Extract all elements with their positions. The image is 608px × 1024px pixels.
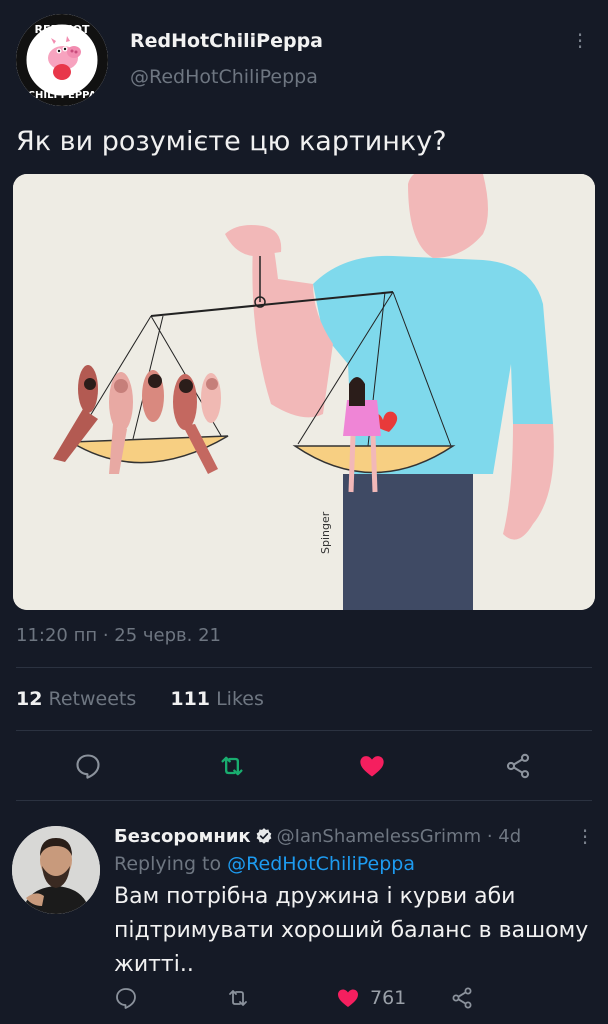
likes-count: 111	[170, 688, 211, 710]
reply-author-name[interactable]: Безсоромник	[114, 826, 251, 847]
reply-header: Безсоромник @IanShamelessGrimm · 4d	[114, 826, 521, 847]
share-icon	[506, 753, 530, 779]
scale-illustration: Spinger	[13, 174, 595, 610]
retweet-button[interactable]	[212, 748, 252, 784]
reply-like-button[interactable]: 761	[336, 984, 406, 1012]
reply-retweet-button[interactable]	[226, 984, 250, 1012]
share-button[interactable]	[498, 748, 538, 784]
reply-button[interactable]	[68, 748, 108, 784]
person-photo	[12, 826, 100, 914]
replying-to: Replying to @RedHotChiliPeppa	[114, 853, 415, 875]
author-handle[interactable]: @RedHotChiliPeppa	[130, 66, 318, 88]
verified-badge-icon	[256, 828, 272, 844]
tweet-stats: 12 Retweets 111 Likes	[16, 688, 264, 710]
reply-author-avatar[interactable]	[12, 826, 100, 914]
reply-icon	[116, 988, 136, 1009]
likes-stat[interactable]: 111 Likes	[170, 688, 264, 710]
retweets-count: 12	[16, 688, 43, 710]
reply-icon	[76, 754, 100, 779]
tweet-image[interactable]: Spinger	[13, 174, 595, 610]
replying-to-handle[interactable]: @RedHotChiliPeppa	[227, 853, 415, 875]
reply-text: Вам потрібна дружина і курви аби підтрим…	[114, 884, 589, 977]
svg-text:RED HOT: RED HOT	[34, 23, 90, 36]
divider	[16, 800, 592, 801]
retweets-label: Retweets	[48, 688, 137, 710]
replying-to-label: Replying to	[114, 853, 222, 875]
share-icon	[452, 987, 472, 1009]
reply-more-options-icon[interactable]: · · ·	[578, 821, 592, 853]
tweet-timestamp[interactable]: 11:20 пп · 25 черв. 21	[16, 625, 221, 646]
likes-label: Likes	[216, 688, 264, 710]
divider	[16, 730, 592, 731]
retweet-icon	[229, 990, 247, 1006]
svg-text:CHILI PEPPA: CHILI PEPPA	[28, 90, 97, 101]
reply-reply-button[interactable]	[114, 984, 138, 1012]
like-button[interactable]	[352, 748, 392, 784]
retweet-icon	[221, 756, 243, 776]
tweet-text: Як ви розумієте цю картинку?	[16, 126, 447, 157]
artist-signature: Spinger	[319, 511, 332, 554]
author-display-name[interactable]: RedHotChiliPeppa	[130, 30, 323, 52]
reply-like-count: 761	[370, 987, 407, 1009]
peppa-logo-icon: RED HOT CHILI PEPPA	[16, 14, 108, 106]
reply-share-button[interactable]	[450, 984, 474, 1012]
author-avatar[interactable]: RED HOT CHILI PEPPA	[16, 14, 108, 106]
more-options-icon[interactable]: · · ·	[572, 25, 588, 57]
retweets-stat[interactable]: 12 Retweets	[16, 688, 136, 710]
heart-icon	[360, 756, 384, 777]
divider	[16, 667, 592, 668]
heart-icon	[338, 989, 358, 1007]
reply-handle-time[interactable]: @IanShamelessGrimm · 4d	[277, 826, 522, 847]
